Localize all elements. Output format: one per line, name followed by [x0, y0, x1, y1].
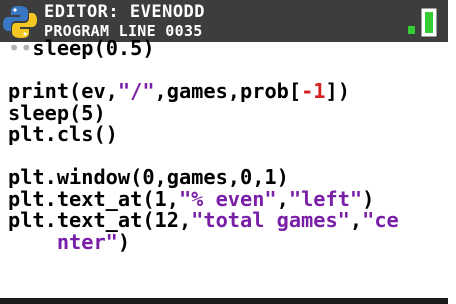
code-token: ) — [117, 229, 131, 254]
code-token: 0.5 — [105, 36, 143, 60]
code-token: plt.text_at(12, — [8, 208, 192, 232]
string-literal: "ce — [362, 208, 399, 232]
code-line[interactable]: ••sleep(0.5) — [8, 36, 448, 60]
code-token: ]) — [325, 79, 350, 103]
string-literal: "total games" — [191, 208, 350, 232]
code-line[interactable]: print(ev,"/",games,prob[-1]) — [8, 79, 448, 103]
string-literal: "% even" — [178, 186, 277, 211]
code-line[interactable] — [8, 60, 448, 82]
code-editor[interactable]: ••sleep(0.5) print(ev,"/",games,prob[-1]… — [8, 36, 448, 254]
indent-marker: •• — [8, 36, 33, 60]
code-line[interactable]: plt.window(0,games,0,1) — [8, 165, 448, 189]
screen-edge — [448, 0, 456, 304]
code-token: plt.text_at(1, — [8, 186, 179, 211]
code-token: , — [349, 208, 363, 232]
string-literal: "/" — [117, 79, 155, 103]
code-token: sleep( — [32, 36, 106, 60]
code-token: , — [276, 186, 289, 211]
code-token: print(ev, — [8, 79, 118, 103]
code-token: plt.window(0,games,0,1) — [8, 165, 289, 189]
editor-title: EDITOR: EVENODD — [44, 2, 206, 22]
code-token: ,games,prob[ — [154, 79, 302, 103]
code-line[interactable]: sleep(5) — [8, 100, 448, 125]
string-literal: "left" — [288, 186, 363, 211]
code-line[interactable]: plt.text_at(12,"total games","ce — [8, 208, 448, 232]
calculator-screen: EDITOR: EVENODD PROGRAM LINE 0035 ••slee… — [0, 0, 448, 304]
code-line[interactable] — [8, 146, 448, 168]
string-literal: nter" — [56, 229, 118, 254]
battery-icon — [408, 8, 437, 37]
code-line[interactable]: plt.text_at(1,"% even","left") — [8, 186, 448, 211]
python-logo-icon — [3, 6, 37, 38]
softkey-bar — [0, 298, 448, 304]
code-line[interactable]: plt.cls() — [8, 122, 448, 146]
code-token: ) — [142, 36, 155, 60]
code-token: sleep(5) — [8, 100, 106, 125]
code-token: ) — [362, 186, 375, 211]
code-line[interactable]: nter") — [8, 229, 448, 254]
number-literal: -1 — [301, 79, 326, 103]
code-token: plt.cls() — [8, 122, 118, 146]
